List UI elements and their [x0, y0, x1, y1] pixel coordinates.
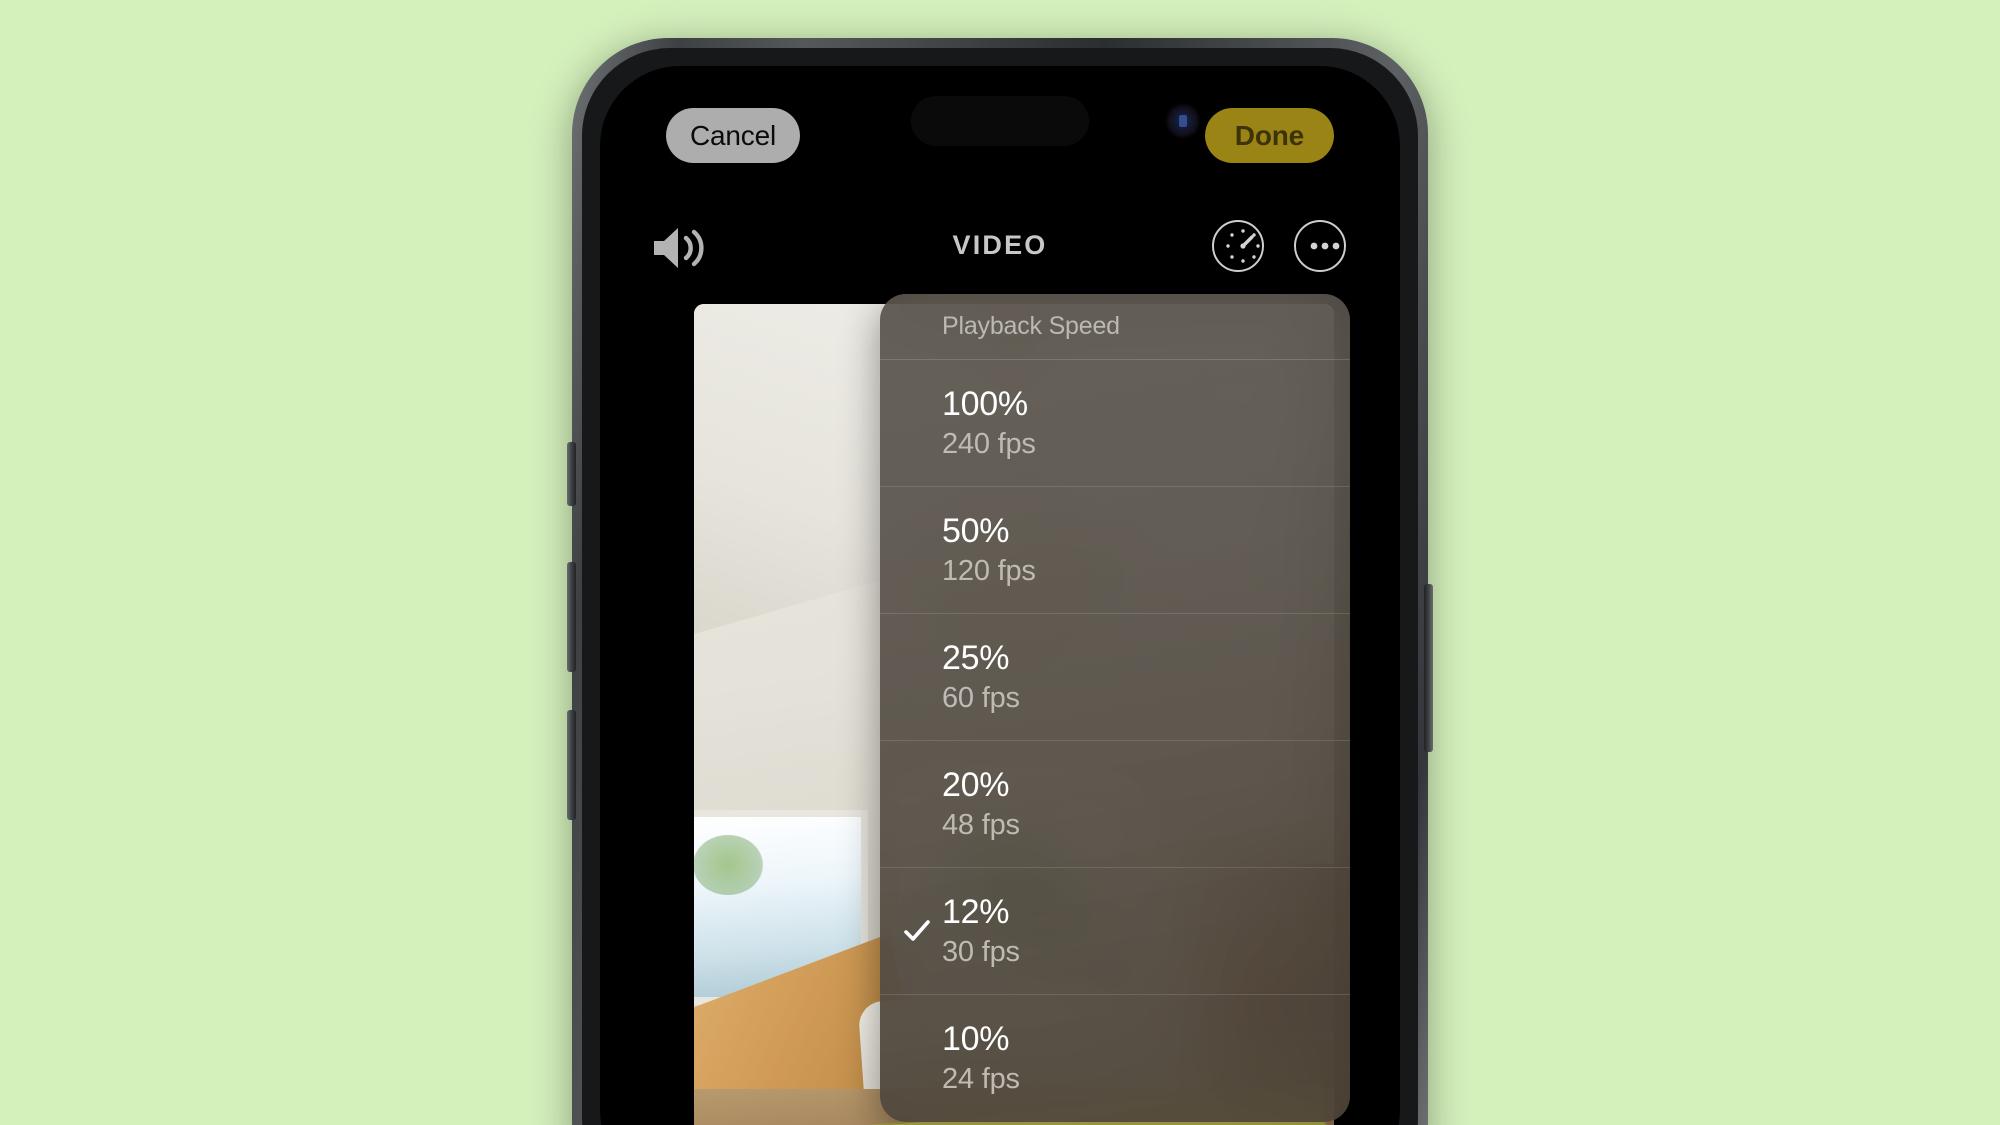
playback-speed-fps: 240 fps [942, 427, 1036, 460]
playback-speed-percent: 100% [942, 385, 1028, 423]
playback-speed-fps: 60 fps [942, 681, 1020, 714]
volume-down-button[interactable] [567, 710, 576, 820]
playback-speed-option-list: 100% 240 fps 50% 120 fps 25% 60 fps 20% 48 fps 1… [880, 360, 1350, 1122]
playback-speed-percent: 12% [942, 893, 1010, 931]
playback-speed-option[interactable]: 100% 240 fps [880, 360, 1350, 487]
playback-speed-option[interactable]: 10% 24 fps [880, 995, 1350, 1122]
phone-bezel: Cats use the Scratch Lounge 100 TIMES LO… [582, 48, 1418, 1125]
playback-speed-option[interactable]: 12% 30 fps [880, 868, 1350, 995]
playback-speed-option[interactable]: 50% 120 fps [880, 487, 1350, 614]
playback-speed-fps: 48 fps [942, 808, 1020, 841]
playback-speed-fps: 24 fps [942, 1062, 1020, 1095]
volume-up-button[interactable] [567, 562, 576, 672]
done-button[interactable]: Done [1204, 108, 1334, 163]
playback-speed-percent: 25% [942, 639, 1010, 677]
action-button[interactable] [567, 442, 576, 506]
editor-toolbar: VIDEO [600, 216, 1400, 286]
playback-speed-percent: 20% [942, 766, 1010, 804]
ellipsis-circle-icon[interactable] [1294, 220, 1346, 272]
playback-speed-option[interactable]: 20% 48 fps [880, 741, 1350, 868]
playback-speed-fps: 120 fps [942, 554, 1036, 587]
playback-speed-percent: 10% [942, 1020, 1010, 1058]
page-title: VIDEO [952, 230, 1048, 260]
power-button[interactable] [1424, 584, 1433, 752]
checkmark-icon [902, 916, 932, 946]
phone-screen: Cats use the Scratch Lounge 100 TIMES LO… [600, 66, 1400, 1125]
cancel-button[interactable]: Cancel [666, 108, 800, 163]
playback-speed-menu-title: Playback Speed [942, 312, 1120, 340]
playback-speed-percent: 50% [942, 512, 1010, 550]
phone-device: Cats use the Scratch Lounge 100 TIMES LO… [567, 38, 1433, 1125]
speedometer-icon[interactable] [1212, 220, 1264, 272]
top-action-bar: Cancel Done [600, 108, 1400, 172]
playback-speed-option[interactable]: 25% 60 fps [880, 614, 1350, 741]
playback-speed-menu-header: Playback Speed [880, 294, 1350, 360]
playback-speed-menu[interactable]: Playback Speed 100% 240 fps 50% 120 fps 25% 6… [880, 294, 1350, 1122]
playback-speed-fps: 30 fps [942, 935, 1020, 968]
